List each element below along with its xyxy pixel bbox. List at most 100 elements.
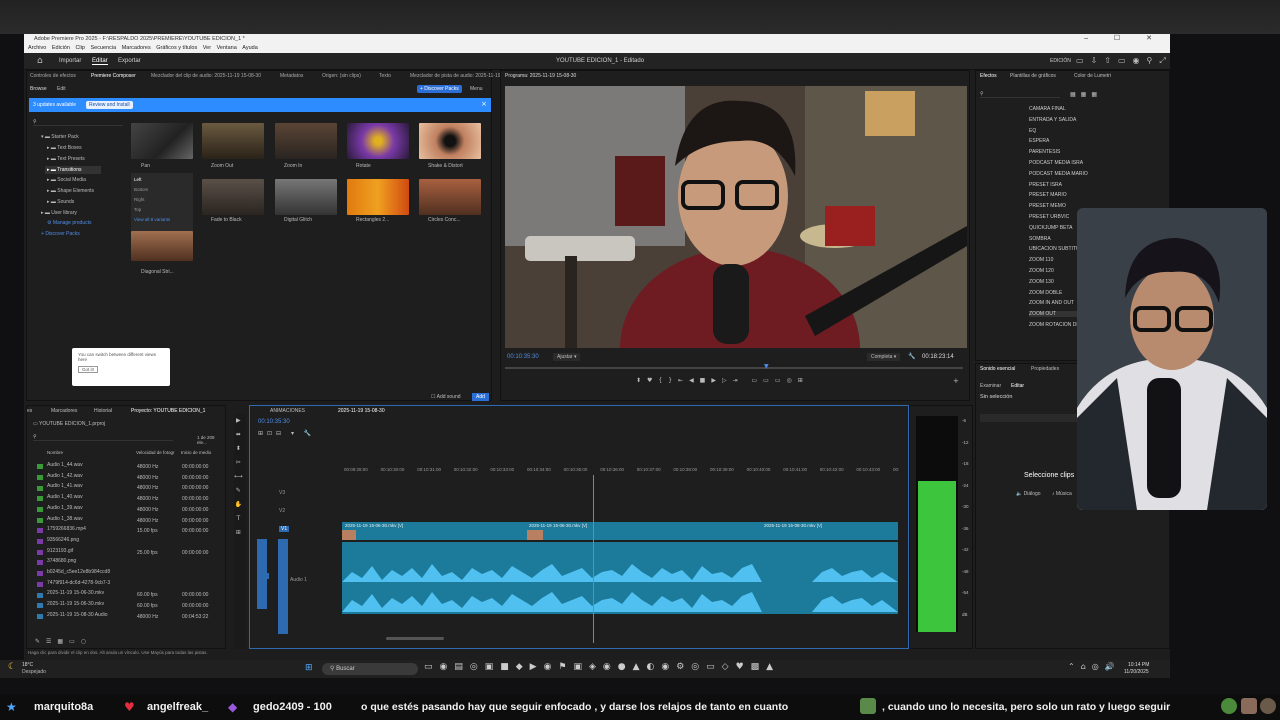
taskbar-search[interactable]: ⚲ Buscar — [322, 663, 418, 675]
thumbnail-zoom-in[interactable] — [275, 123, 337, 159]
got-it-button[interactable]: Got it! — [78, 366, 99, 373]
effect-preset-item[interactable]: PRESET MEMO — [1029, 203, 1066, 209]
tab-lumetri[interactable]: Color de Lumetri — [1074, 73, 1111, 79]
preset-dropdown[interactable] — [980, 414, 1080, 422]
tool-icons[interactable]: ▶ ⬌ ⬍ ✂ ⟷ ✎ ✋ T ⊞ — [234, 414, 243, 540]
effect-preset-item[interactable]: ZOOM IN AND OUT — [1029, 300, 1074, 306]
menu-graficos[interactable]: Gráficos y títulos — [156, 45, 197, 51]
tab-premiere-composer[interactable]: Premiere Composer — [91, 73, 136, 79]
thumbnail-fade-to-black[interactable] — [202, 179, 264, 215]
menu-ver[interactable]: Ver — [203, 45, 211, 51]
tree-text-presets[interactable]: ▸ ▬ Text Presets — [47, 156, 85, 162]
direction-bottom[interactable]: Bottom — [134, 185, 190, 195]
tab-source[interactable]: Origen: (sin clips) — [322, 73, 361, 79]
track-v2[interactable]: V2 — [279, 508, 285, 514]
tree-discover-packs[interactable]: + Discover Packs — [41, 231, 80, 237]
tree-shape-elements[interactable]: ▸ ▬ Shape Elements — [47, 188, 94, 194]
tree-text-boxes[interactable]: ▸ ▬ Text Boxes — [47, 145, 82, 151]
wrench-icon[interactable]: 🔧 — [908, 353, 915, 360]
subtab-examinar[interactable]: Examinar — [980, 383, 1001, 389]
workspace-label[interactable]: EDICIÓN — [1050, 58, 1071, 64]
start-icon[interactable]: ⊞ — [305, 663, 313, 673]
timeline-playhead[interactable] — [593, 475, 594, 643]
tree-starter-pack[interactable]: ▾ ▬ Starter Pack — [41, 134, 79, 140]
add-sound-checkbox[interactable]: ☐ Add sound — [431, 394, 461, 400]
thumbnail-shake-distort[interactable] — [419, 123, 481, 159]
tab-metadata[interactable]: Metadatos — [280, 73, 303, 79]
project-footer-icons[interactable]: ✎☰▦▭○ — [35, 638, 92, 645]
effect-preset-item[interactable]: PRESET ISRA — [1029, 182, 1062, 188]
tab-clip-mixer[interactable]: Mezclador del clip de audio: 2025-11-19 … — [151, 73, 261, 79]
effect-preset-item[interactable]: PARENTESIS — [1029, 149, 1060, 155]
pinned-app-icons[interactable]: ▭◉▤◎▣■◆▶◉⚑▣◈◉●▲◐◉⚙◎▭◇♥▩▲ — [424, 662, 780, 672]
view-all-variants[interactable]: View all 8 variants — [134, 215, 190, 225]
project-row[interactable]: Audio 1_40.wav 48000 Hz 00:00:00:00 — [37, 494, 208, 502]
tab-text[interactable]: Texto — [379, 73, 391, 79]
project-row[interactable]: 9123193.gif 25.00 fps 00:00:00:00 — [37, 548, 208, 556]
effect-preset-item[interactable]: ZOOM 130 — [1029, 279, 1054, 285]
tab-importar[interactable]: Importar — [59, 58, 81, 64]
column-frame-rate[interactable]: Velocidad de fotogr — [136, 450, 175, 455]
project-row[interactable]: Audio 1_44.wav 48000 Hz 00:00:00:00 — [37, 462, 208, 470]
menu-ayuda[interactable]: Ayuda — [242, 45, 258, 51]
tab-track-mixer[interactable]: Mezclador de pista de audio: 2025-11-19 … — [410, 73, 507, 79]
effect-preset-item[interactable]: CAMARA FINAL — [1029, 106, 1066, 112]
thumbnail-rectangles[interactable] — [347, 179, 409, 215]
tab-animaciones[interactable]: ANIMACIONES — [270, 408, 305, 414]
fit-dropdown[interactable]: Ajustar ▾ — [553, 353, 581, 361]
composer-menu[interactable]: Menu — [470, 86, 483, 92]
menu-marcadores[interactable]: Marcadores — [122, 45, 151, 51]
project-row[interactable]: Audio 1_41.wav 48000 Hz 00:00:00:00 — [37, 483, 208, 491]
tab-editar[interactable]: Editar — [92, 58, 108, 65]
project-row[interactable]: 1759266836.mp4 15.00 fps 00:00:00:00 — [37, 526, 208, 534]
project-search-input[interactable]: ⚲ — [33, 434, 173, 441]
subtab-edit[interactable]: Edit — [57, 86, 66, 92]
dialog-button[interactable]: 🔈 Diálogo — [1016, 491, 1041, 497]
tab-exportar[interactable]: Exportar — [118, 58, 141, 64]
effect-preset-item[interactable]: PODCAST MEDIA MARIO — [1029, 171, 1088, 177]
project-row[interactable]: Audio 1_42.wav 48000 Hz 00:00:00:00 — [37, 473, 208, 481]
tray-icons[interactable]: ⌃⌂◎🔊 — [1068, 662, 1121, 671]
effect-preset-item[interactable]: PODCAST MEDIA ISRA — [1029, 160, 1083, 166]
quality-dropdown[interactable]: Completa ▾ — [867, 353, 901, 361]
program-timecode[interactable]: 00:10:35:30 — [507, 354, 539, 360]
tab-essential-sound[interactable]: Sonido esencial — [980, 366, 1015, 372]
tab-effects[interactable]: Efectos — [980, 73, 997, 79]
tab-graphics-templates[interactable]: Plantillas de gráficos — [1010, 73, 1056, 79]
menu-edicion[interactable]: Edición — [52, 45, 70, 51]
effect-preset-item[interactable]: EQ — [1029, 128, 1036, 134]
review-install-button[interactable]: Review and Install — [86, 101, 133, 109]
column-name[interactable]: Nombre — [47, 450, 63, 455]
tab-effect-controls[interactable]: Controles de efectos — [30, 73, 76, 79]
effect-preset-item[interactable]: ZOOM 120 — [1029, 268, 1054, 274]
thumbnail-digital-glitch[interactable] — [275, 179, 337, 215]
menu-secuencia[interactable]: Secuencia — [90, 45, 116, 51]
effect-preset-item[interactable]: ENTRADA Y SALIDA — [1029, 117, 1076, 123]
weather-icon[interactable]: ☾ — [8, 662, 16, 672]
tab-sequence[interactable]: 2025-11-19 15-08-30 — [338, 408, 385, 414]
audio-track-a1[interactable] — [342, 542, 898, 614]
add-button-icon[interactable]: + — [953, 377, 959, 385]
direction-right[interactable]: Right — [134, 195, 190, 205]
tab-properties[interactable]: Propiedades — [1031, 366, 1059, 372]
thumbnail-zoom-out[interactable] — [202, 123, 264, 159]
tab-markers[interactable]: Marcadores — [51, 408, 77, 414]
subtab-editar[interactable]: Editar — [1011, 383, 1024, 389]
transport-controls[interactable]: ⬍♥{}⇤◀■▶▷⇥ ▭▭▭◎⊞ — [636, 377, 809, 384]
effect-preset-item[interactable]: ZOOM 110 — [1029, 257, 1053, 263]
workspace-icons[interactable]: ▭⇩⇧▭◉⚲⤢ — [1076, 56, 1170, 66]
home-icon[interactable]: ⌂ — [37, 56, 43, 66]
project-row[interactable]: 2025-11-19 15-06-30.mkv 60.00 fps 00:00:00… — [37, 601, 208, 609]
discover-packs-button[interactable]: + Discover Packs — [417, 85, 462, 93]
tree-user-library[interactable]: ▸ ▬ User library — [41, 210, 77, 216]
composer-search-input[interactable]: ⚲ — [33, 119, 123, 126]
thumbnail-rotate[interactable] — [347, 123, 409, 159]
tree-manage-products[interactable]: ⚙ Manage products — [47, 220, 92, 226]
project-row[interactable]: 2025-11-19 15-06-30.mkv 60.00 fps 00:00:00… — [37, 590, 208, 598]
menu-archivo[interactable]: Archivo — [28, 45, 46, 51]
window-controls[interactable]: – ☐ ✕ — [1084, 34, 1164, 44]
thumbnail-circles[interactable] — [419, 179, 481, 215]
menu-ventana[interactable]: Ventana — [217, 45, 237, 51]
subtab-browse[interactable]: Browse — [30, 86, 47, 92]
close-icon[interactable]: × — [481, 100, 487, 108]
